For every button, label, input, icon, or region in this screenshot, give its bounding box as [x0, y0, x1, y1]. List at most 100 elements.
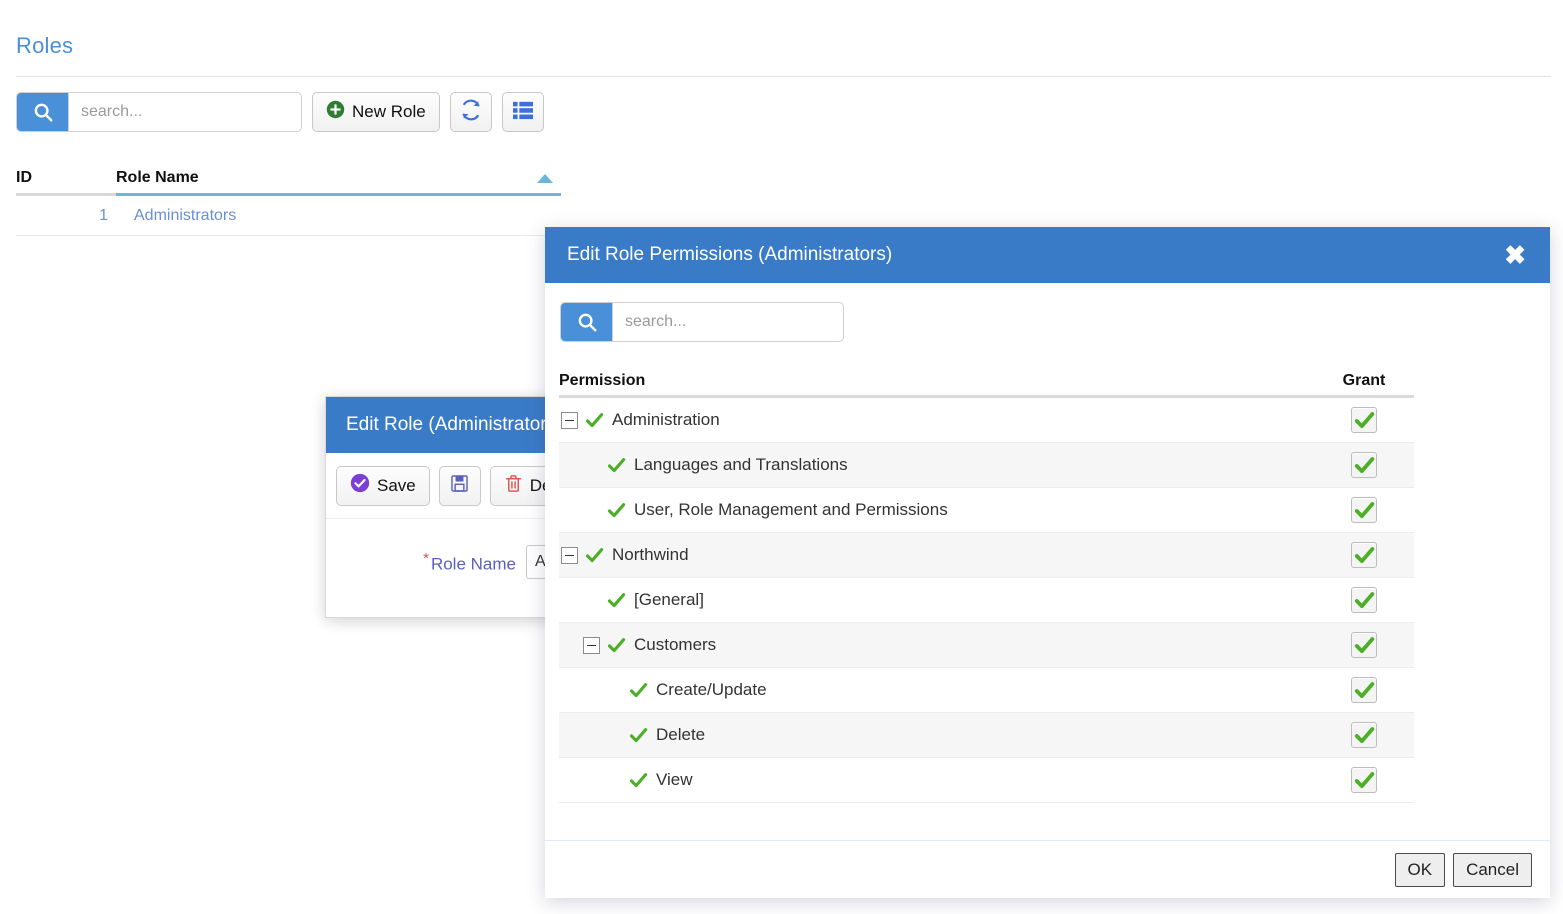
permission-label: Languages and Translations	[634, 455, 848, 474]
refresh-button[interactable]	[449, 92, 492, 132]
permission-cell: View	[559, 770, 1314, 790]
search-icon[interactable]	[561, 303, 613, 341]
edit-role-permissions-modal: Edit Role Permissions (Administrators) ✖…	[545, 227, 1550, 898]
column-header-permission: Permission	[559, 372, 646, 389]
permission-row[interactable]: Languages and Translations	[559, 443, 1414, 488]
permission-row[interactable]: Delete	[559, 713, 1414, 758]
refresh-icon	[460, 99, 482, 126]
permission-row[interactable]: [General]	[559, 578, 1414, 623]
role-name-label-text: Role Name	[430, 554, 516, 574]
roles-toolbar: New Role	[16, 92, 544, 132]
permission-row[interactable]: Customers	[559, 623, 1414, 668]
permission-check-icon[interactable]	[607, 501, 626, 520]
table-row[interactable]: 1 Administrators	[16, 196, 561, 236]
permission-row[interactable]: Create/Update	[559, 668, 1414, 713]
collapse-icon[interactable]	[561, 546, 578, 564]
column-header-id[interactable]: ID	[16, 169, 116, 196]
permissions-modal-title: Edit Role Permissions (Administrators)	[567, 244, 893, 265]
collapse-icon[interactable]	[561, 411, 578, 429]
grant-cell	[1314, 542, 1414, 568]
grant-checkbox[interactable]	[1351, 497, 1377, 523]
permission-check-icon[interactable]	[629, 771, 648, 790]
permissions-table-header: Permission Grant	[559, 368, 1414, 398]
permission-cell: Customers	[559, 635, 1314, 655]
grant-cell	[1314, 497, 1414, 523]
close-icon[interactable]: ✖	[1498, 240, 1532, 270]
permission-cell: Administration	[559, 410, 1314, 430]
new-role-button[interactable]: New Role	[312, 92, 440, 132]
permission-label: [General]	[634, 590, 704, 609]
permission-check-icon[interactable]	[629, 681, 648, 700]
permissions-table-body: Administration Languages and Translations…	[559, 398, 1414, 803]
grant-cell	[1314, 452, 1414, 478]
permissions-modal-footer: OK Cancel	[545, 840, 1550, 898]
edit-role-dialog-title: Edit Role (Administrators)	[346, 414, 563, 435]
permissions-modal-body: Permission Grant Administration Languages…	[545, 283, 1550, 803]
permission-cell: [General]	[559, 590, 1314, 610]
search-icon[interactable]	[17, 93, 69, 131]
plus-circle-icon	[326, 100, 345, 124]
column-header-role-name-label: Role Name	[116, 169, 199, 186]
grant-cell	[1314, 722, 1414, 748]
permission-row[interactable]: Northwind	[559, 533, 1414, 578]
roles-search-box[interactable]	[16, 92, 302, 132]
permission-cell: Create/Update	[559, 680, 1314, 700]
grant-checkbox[interactable]	[1351, 722, 1377, 748]
role-link[interactable]: Administrators	[134, 207, 236, 224]
permission-check-icon[interactable]	[629, 726, 648, 745]
search-input[interactable]	[69, 93, 301, 131]
column-header-role-name[interactable]: Role Name	[116, 169, 561, 196]
permissions-table: Permission Grant Administration Languages…	[559, 368, 1414, 803]
permission-label: View	[656, 770, 693, 789]
trash-icon	[504, 474, 523, 498]
permissions-search-input[interactable]	[613, 303, 829, 341]
grant-cell	[1314, 407, 1414, 433]
required-marker: *	[423, 549, 429, 567]
permission-label: Administration	[612, 410, 720, 429]
column-header-grant: Grant	[1342, 372, 1386, 389]
permission-cell: Languages and Translations	[559, 455, 1314, 475]
grant-checkbox[interactable]	[1351, 632, 1377, 658]
permission-check-icon[interactable]	[607, 636, 626, 655]
permission-check-icon[interactable]	[585, 546, 604, 565]
permissions-search-box[interactable]	[560, 302, 844, 342]
cancel-button[interactable]: Cancel	[1453, 852, 1532, 887]
permission-check-icon[interactable]	[607, 456, 626, 475]
grant-checkbox[interactable]	[1351, 407, 1377, 433]
permission-row[interactable]: Administration	[559, 398, 1414, 443]
role-name-label: * Role Name	[326, 550, 526, 575]
save-button[interactable]: Save	[336, 465, 430, 506]
grant-cell	[1314, 632, 1414, 658]
permission-label: Northwind	[612, 545, 689, 564]
ok-button[interactable]: OK	[1394, 852, 1446, 887]
grant-checkbox[interactable]	[1351, 542, 1377, 568]
permission-label: Delete	[656, 725, 706, 744]
save-as-button[interactable]	[438, 465, 481, 506]
permission-cell: Northwind	[559, 545, 1314, 565]
permission-check-icon[interactable]	[607, 591, 626, 610]
permission-label: Customers	[634, 635, 717, 654]
grant-checkbox[interactable]	[1351, 587, 1377, 613]
check-circle-icon	[350, 473, 370, 498]
permission-check-icon[interactable]	[585, 411, 604, 430]
grant-checkbox[interactable]	[1351, 452, 1377, 478]
cell-role-name: Administrators	[116, 207, 561, 225]
permission-row[interactable]: View	[559, 758, 1414, 803]
permission-row[interactable]: User, Role Management and Permissions	[559, 488, 1414, 533]
grant-cell	[1314, 677, 1414, 703]
column-chooser-button[interactable]	[501, 92, 544, 132]
permission-label: Create/Update	[656, 680, 767, 699]
grant-checkbox[interactable]	[1351, 677, 1377, 703]
cell-id: 1	[99, 206, 108, 224]
page-title: Roles	[16, 33, 74, 58]
grid-header-row: ID Role Name	[16, 160, 561, 196]
floppy-disk-icon	[450, 474, 469, 498]
grant-cell	[1314, 767, 1414, 793]
grant-checkbox[interactable]	[1351, 767, 1377, 793]
collapse-icon[interactable]	[583, 636, 600, 654]
